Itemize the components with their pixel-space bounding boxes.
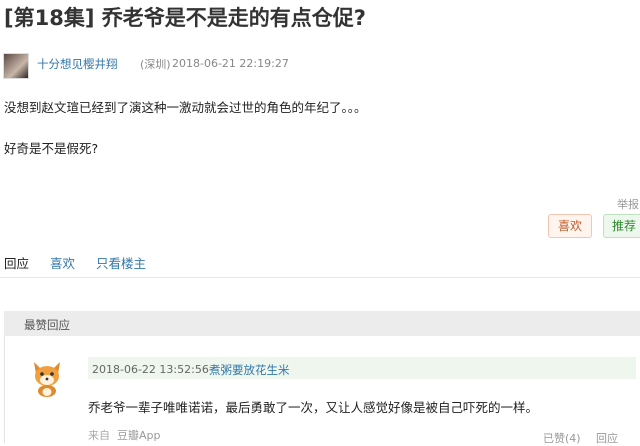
fox-avatar-icon[interactable] — [30, 358, 64, 398]
author-avatar[interactable] — [3, 53, 29, 79]
reply-user-link[interactable]: 煮粥要放花生米 — [209, 362, 290, 378]
reply-timestamp: 2018-06-22 13:52:56 — [92, 363, 209, 376]
post-title: [第18集] 乔老爷是不是走的有点仓促? — [4, 6, 366, 30]
best-replies-title: 最赞回应 — [24, 318, 70, 332]
reply-text: 乔老爷一辈子唯唯诺诺，最后勇敢了一次，又让人感觉好像是被自己吓死的一样。 — [88, 400, 539, 415]
author-location: (深圳) — [140, 58, 171, 71]
reply-source-app-link[interactable]: 豆瓣App — [117, 427, 161, 443]
report-link[interactable]: 举报 — [617, 196, 639, 212]
like-link[interactable]: 喜欢 — [50, 253, 75, 272]
best-replies-header — [4, 311, 640, 336]
reply-liked-link[interactable]: 已赞(4) — [543, 430, 581, 446]
reply-link[interactable]: 回应 — [4, 253, 29, 272]
post-paragraph: 好奇是不是假死? — [4, 141, 99, 156]
reply-source-label: 来自 — [88, 429, 110, 442]
divider — [0, 277, 640, 278]
recommend-button[interactable]: 推荐 — [603, 214, 640, 238]
author-name-link[interactable]: 十分想见樱井翔 — [37, 56, 118, 72]
post-paragraph: 没想到赵文瑄已经到了演这种一激动就会过世的角色的年纪了。。。 — [4, 100, 367, 115]
like-button[interactable]: 喜欢 — [548, 214, 592, 238]
post-timestamp: 2018-06-21 22:19:27 — [172, 57, 289, 70]
reply-reply-link[interactable]: 回应 — [596, 430, 618, 446]
only-op-link[interactable]: 只看楼主 — [96, 253, 146, 272]
